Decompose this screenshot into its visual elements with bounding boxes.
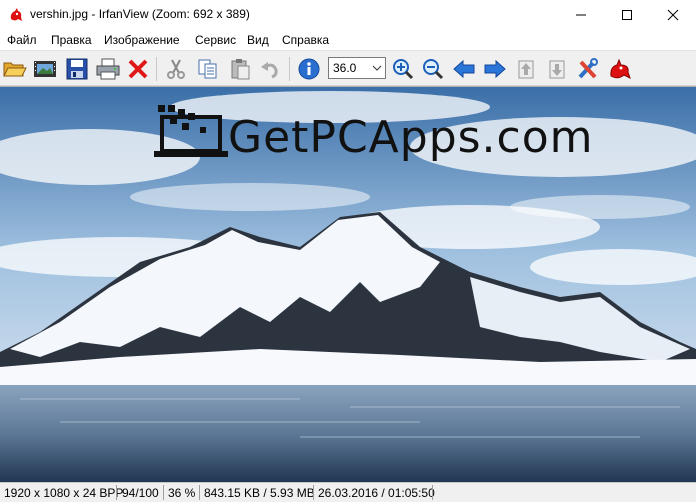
last-page-button[interactable] (543, 55, 571, 83)
paste-button[interactable] (226, 55, 254, 83)
settings-icon (578, 58, 598, 79)
status-zoom: 36 % (168, 486, 196, 500)
status-separator (116, 485, 117, 500)
status-separator (313, 485, 314, 500)
slideshow-icon (34, 61, 56, 77)
first-page-icon (518, 60, 534, 79)
delete-button[interactable] (124, 55, 152, 83)
menu-tools[interactable]: Сервис (195, 33, 236, 47)
status-dimensions: 1920 x 1080 x 24 BPP (4, 486, 124, 500)
open-button[interactable] (1, 55, 29, 83)
undo-button[interactable] (256, 55, 284, 83)
delete-icon (128, 59, 148, 79)
print-button[interactable] (94, 55, 122, 83)
title-bar: vershin.jpg - IrfanView (Zoom: 692 x 389… (0, 0, 696, 30)
minimize-button[interactable] (558, 0, 604, 30)
zoom-in-icon (393, 59, 414, 80)
undo-icon (261, 62, 278, 79)
zoom-in-button[interactable] (389, 55, 417, 83)
zoom-out-icon (423, 59, 444, 80)
next-button[interactable] (481, 55, 509, 83)
status-datetime: 26.03.2016 / 01:05:50 (318, 486, 435, 500)
status-separator (163, 485, 164, 500)
previous-button[interactable] (450, 55, 478, 83)
irfanview-app-icon (10, 8, 22, 21)
irfanview-icon (610, 58, 631, 79)
menu-bar: Файл Правка Изображение Сервис Вид Справ… (0, 30, 696, 50)
last-page-icon (549, 60, 565, 79)
zoom-value: 36.0 (333, 61, 357, 75)
save-icon (66, 58, 88, 80)
toolbar-separator (289, 57, 290, 81)
save-button[interactable] (63, 55, 91, 83)
status-separator (199, 485, 200, 500)
info-button[interactable] (295, 55, 323, 83)
status-filesize: 843.15 KB / 5.93 MB (204, 486, 315, 500)
maximize-icon (622, 10, 632, 20)
chevron-down-icon (372, 65, 382, 71)
menu-file[interactable]: Файл (7, 33, 37, 47)
cut-icon (167, 59, 185, 79)
copy-button[interactable] (194, 55, 222, 83)
window-title: vershin.jpg - IrfanView (Zoom: 692 x 389… (30, 7, 250, 21)
status-separator (432, 485, 433, 500)
zoom-combobox[interactable]: 36.0 (328, 57, 386, 79)
menu-edit[interactable]: Правка (51, 33, 92, 47)
menu-image[interactable]: Изображение (104, 33, 180, 47)
next-icon (484, 59, 506, 79)
about-irfanview-button[interactable] (606, 55, 634, 83)
slideshow-button[interactable] (31, 55, 59, 83)
previous-icon (453, 59, 475, 79)
print-icon (96, 58, 120, 80)
toolbar-separator (156, 57, 157, 81)
status-bar: 1920 x 1080 x 24 BPP 94/100 36 % 843.15 … (0, 482, 696, 502)
menu-help[interactable]: Справка (282, 33, 329, 47)
paste-icon (231, 59, 250, 80)
close-icon (667, 9, 679, 21)
image-viewport[interactable]: GetPCApps.com (0, 86, 696, 482)
first-page-button[interactable] (512, 55, 540, 83)
menu-view[interactable]: Вид (247, 33, 269, 47)
copy-icon (198, 59, 217, 79)
cut-button[interactable] (162, 55, 190, 83)
toolbar: 36.0 (0, 50, 696, 86)
minimize-icon (576, 14, 586, 16)
zoom-out-button[interactable] (419, 55, 447, 83)
maximize-button[interactable] (604, 0, 650, 30)
settings-button[interactable] (574, 55, 602, 83)
open-folder-icon (3, 62, 27, 77)
info-icon (298, 58, 320, 80)
status-index: 94/100 (122, 486, 159, 500)
close-button[interactable] (650, 0, 696, 30)
watermark-text: GetPCApps.com (228, 112, 594, 163)
